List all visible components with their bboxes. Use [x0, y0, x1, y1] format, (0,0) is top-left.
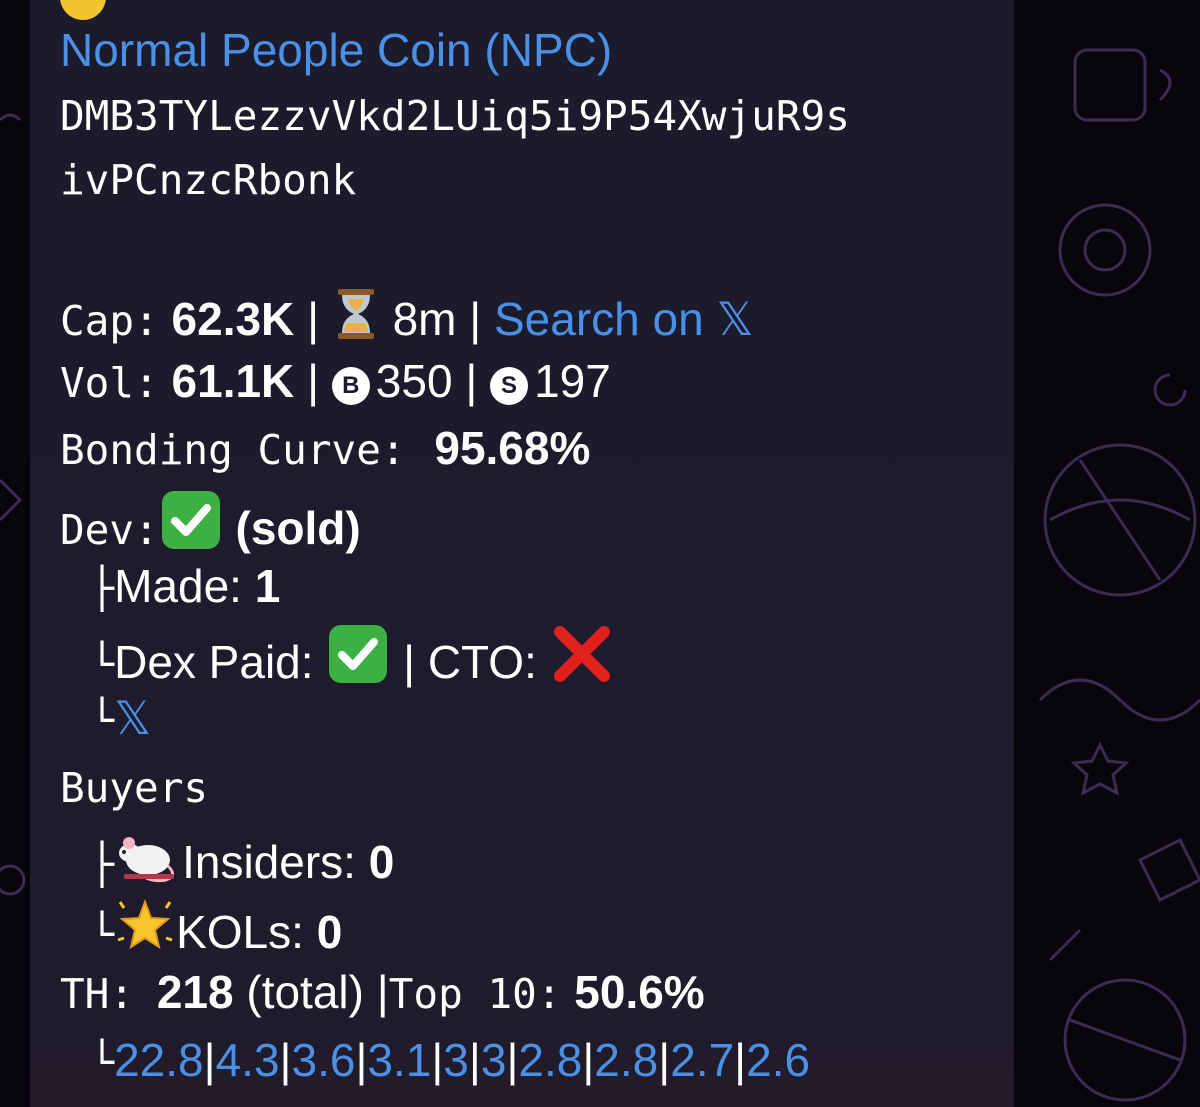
token-address-line-2[interactable]: ivPCnzcRbonk [60, 152, 356, 208]
th-total: 218 [156, 966, 234, 1018]
separator: | [279, 1034, 292, 1086]
separator: | [307, 355, 320, 407]
separator: | [376, 966, 389, 1018]
tree-branch: ├ [90, 566, 115, 612]
glowing-star-icon [116, 896, 174, 966]
holder-percent-link[interactable]: 4.3 [216, 1034, 280, 1086]
tree-branch: └ [90, 912, 115, 958]
dex-paid-row: └Dex Paid: | CTO: [90, 624, 614, 696]
search-on-x-link[interactable]: Search on 𝕏 [494, 293, 754, 345]
holders-row: └22.8|4.3|3.6|3.1|3|3|2.8|2.8|2.7|2.6 [90, 1032, 810, 1091]
check-mark-icon [161, 490, 221, 562]
check-mark-icon [328, 624, 388, 696]
tree-branch: └ [90, 1040, 115, 1086]
search-label: Search on [494, 293, 704, 345]
separator: | [468, 1034, 481, 1086]
dev-x-link[interactable]: 𝕏 [114, 692, 151, 744]
dev-made-row: ├Made: 1 [90, 558, 280, 617]
dev-x-row: └𝕏 [90, 690, 151, 749]
tree-branch: └ [90, 642, 115, 688]
separator: | [506, 1034, 519, 1086]
th-label: TH: [60, 970, 135, 1018]
holder-percent-link[interactable]: 3 [481, 1034, 507, 1086]
kols-value: 0 [316, 906, 343, 958]
separator: | [658, 1034, 671, 1086]
vol-label: Vol: [60, 359, 159, 407]
separator: | [469, 293, 482, 345]
token-address-line-1[interactable]: DMB3TYLezzvVkd2LUiq5i9P54XwjuR9s [60, 88, 850, 144]
cto-label: | CTO: [403, 636, 537, 688]
holder-percent-link[interactable]: 3.6 [291, 1034, 355, 1086]
cap-label: Cap: [60, 297, 159, 345]
dev-status: (sold) [235, 502, 361, 554]
tree-branch: ├ [90, 842, 115, 888]
holder-percent-link[interactable]: 2.7 [670, 1034, 734, 1086]
separator: | [465, 355, 478, 407]
holder-percent-link[interactable]: 3 [443, 1034, 469, 1086]
buyers-label: Buyers [60, 764, 209, 812]
buys-value: 350 [375, 355, 453, 407]
token-name-row: Normal People Coin (NPC) [60, 22, 612, 78]
vol-value: 61.1K [171, 355, 295, 407]
th-total-suffix: (total) [246, 966, 364, 1018]
message-bubble: Normal People Coin (NPC) DMB3TYLezzvVkd2… [30, 0, 1014, 1107]
cap-row: Cap: 62.3K | 8m | Search on 𝕏 [60, 287, 754, 353]
holder-percent-list: 22.8|4.3|3.6|3.1|3|3|2.8|2.8|2.7|2.6 [114, 1034, 810, 1086]
sells-value: 197 [534, 355, 611, 407]
made-value: 1 [254, 560, 281, 612]
separator: | [355, 1034, 368, 1086]
holder-percent-link[interactable]: 22.8 [114, 1034, 204, 1086]
dev-row: Dev: (sold) [60, 490, 361, 562]
top10-label: Top 10: [388, 970, 562, 1018]
dex-paid-label: Dex Paid: [114, 636, 314, 688]
cap-value: 62.3K [171, 293, 295, 345]
emoji-icon [60, 0, 106, 20]
hourglass-icon [334, 287, 378, 353]
made-label: Made: [114, 560, 242, 612]
bonding-label: Bonding Curve: [60, 426, 406, 474]
insiders-label: Insiders: [182, 836, 356, 888]
age-value: 8m [392, 293, 457, 345]
separator: | [582, 1034, 595, 1086]
separator: | [203, 1034, 216, 1086]
kols-label: KOLs: [176, 906, 304, 958]
sell-count-icon: S [490, 367, 529, 405]
buy-count-icon: B [331, 367, 370, 405]
holder-percent-link[interactable]: 2.6 [746, 1034, 810, 1086]
holder-percent-link[interactable]: 2.8 [594, 1034, 658, 1086]
vol-row: Vol: 61.1K | B 350 | S 197 [60, 353, 611, 411]
holder-percent-link[interactable]: 3.1 [367, 1034, 431, 1086]
token-name-link[interactable]: Normal People Coin (NPC) [60, 24, 612, 76]
x-logo-icon: 𝕏 [716, 293, 754, 345]
holder-percent-link[interactable]: 2.8 [518, 1034, 582, 1086]
separator: | [307, 293, 320, 345]
insiders-value: 0 [368, 836, 395, 888]
kols-row: └ KOLs: 0 [90, 896, 342, 966]
rat-icon [116, 828, 180, 896]
bonding-curve-row: Bonding Curve: 95.68% [60, 420, 590, 478]
dev-label: Dev: [60, 506, 159, 554]
top10-value: 50.6% [574, 966, 705, 1018]
separator: | [431, 1034, 444, 1086]
bonding-value: 95.68% [434, 422, 591, 474]
top-holders-row: TH: 218 (total) |Top 10: 50.6% [60, 964, 705, 1022]
cross-mark-icon [552, 624, 612, 696]
insiders-row: ├ Insiders: 0 [90, 828, 394, 896]
separator: | [734, 1034, 747, 1086]
tree-branch: └ [90, 698, 115, 744]
